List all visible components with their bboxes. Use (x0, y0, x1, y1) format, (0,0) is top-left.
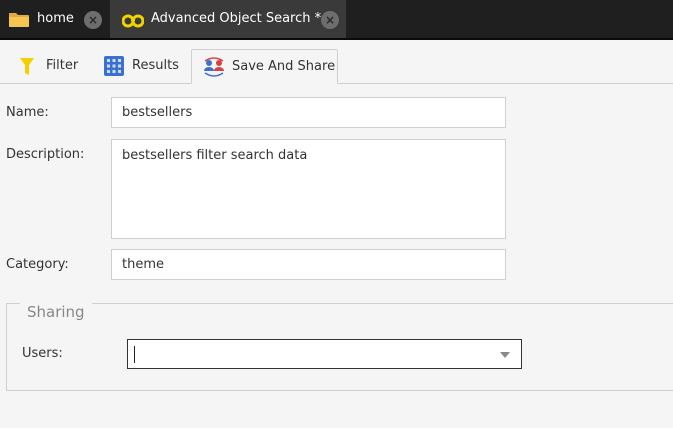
tab-home[interactable]: home × (0, 0, 110, 38)
tab-save-and-share[interactable]: Save And Share (191, 49, 338, 84)
close-icon[interactable]: × (84, 11, 102, 29)
funnel-icon (20, 58, 34, 79)
tab-filter[interactable]: Filter (10, 49, 90, 84)
text-cursor (134, 346, 135, 363)
sub-tab-bar: Filter Results Save And Share (0, 40, 673, 84)
close-icon[interactable]: × (321, 11, 339, 29)
users-combobox[interactable] (127, 339, 522, 369)
description-label: Description: (6, 147, 85, 162)
tab-save-and-share-label: Save And Share (232, 59, 336, 74)
tab-advanced-object-search-label: Advanced Object Search * (151, 11, 322, 26)
tab-home-label: home (37, 11, 74, 26)
sharing-legend: Sharing (20, 303, 92, 321)
tab-advanced-object-search[interactable]: Advanced Object Search * × (110, 0, 346, 38)
tab-filter-label: Filter (46, 58, 79, 73)
category-label: Category: (6, 257, 69, 272)
name-field[interactable]: bestsellers (111, 97, 506, 128)
top-tab-bar: home × Advanced Object Search * × (0, 0, 673, 38)
users-share-icon (202, 57, 226, 81)
tab-results-label: Results (132, 58, 179, 73)
binoculars-icon (121, 12, 145, 32)
users-label: Users: (22, 346, 63, 361)
description-field[interactable]: bestsellers filter search data (111, 139, 506, 239)
tab-results[interactable]: Results (94, 49, 186, 84)
folder-icon (8, 10, 30, 32)
grid-icon (104, 56, 124, 80)
name-label: Name: (6, 105, 49, 120)
chevron-down-icon[interactable] (500, 352, 510, 358)
category-field[interactable]: theme (111, 249, 506, 280)
